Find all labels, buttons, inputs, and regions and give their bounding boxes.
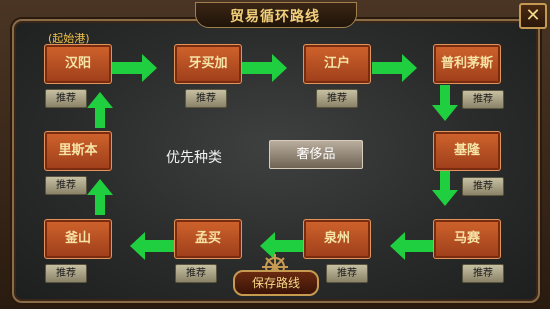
- arrow-right-2: [242, 54, 287, 82]
- city-name: 泉州: [323, 231, 350, 246]
- priority-select[interactable]: 奢侈品: [269, 140, 363, 169]
- city-tile[interactable]: 牙买加: [174, 44, 242, 84]
- city-tile[interactable]: 江户: [303, 44, 371, 84]
- save-route-button[interactable]: 保存路线: [233, 270, 319, 296]
- city-name: 马赛: [453, 231, 480, 246]
- city-name: 釜山: [64, 231, 91, 246]
- city-name: 汉阳: [64, 56, 91, 71]
- city-tile[interactable]: 普利茅斯: [433, 44, 501, 84]
- recommend-button[interactable]: 推荐: [175, 264, 217, 283]
- recommend-button[interactable]: 推荐: [462, 177, 504, 196]
- recommend-button[interactable]: 推荐: [462, 264, 504, 283]
- arrow-right-3: [372, 54, 417, 82]
- city-tile[interactable]: 釜山: [44, 219, 112, 259]
- city-node[interactable]: 孟买: [174, 219, 242, 259]
- city-tile[interactable]: 马赛: [433, 219, 501, 259]
- priority-label: 优先种类: [166, 150, 222, 166]
- city-tile[interactable]: 泉州: [303, 219, 371, 259]
- arrow-left-1: [390, 232, 435, 260]
- city-name: 基隆: [453, 143, 480, 158]
- city-name: 孟买: [194, 231, 221, 246]
- city-node[interactable]: 马赛: [433, 219, 501, 259]
- city-node[interactable]: 汉阳: [44, 44, 112, 84]
- city-name: 普利茅斯: [440, 56, 493, 71]
- recommend-button[interactable]: 推荐: [326, 264, 368, 283]
- city-node[interactable]: 牙买加: [174, 44, 242, 84]
- city-name: 里斯本: [58, 143, 98, 158]
- recommend-button[interactable]: 推荐: [45, 89, 87, 108]
- arrow-down-2: [432, 170, 458, 206]
- arrow-down-1: [432, 85, 458, 121]
- recommend-button[interactable]: 推荐: [185, 89, 227, 108]
- city-node[interactable]: 泉州: [303, 219, 371, 259]
- arrow-left-3: [130, 232, 175, 260]
- recommend-button[interactable]: 推荐: [316, 89, 358, 108]
- recommend-button[interactable]: 推荐: [45, 264, 87, 283]
- city-tile[interactable]: 汉阳: [44, 44, 112, 84]
- recommend-button[interactable]: 推荐: [45, 176, 87, 195]
- city-tile[interactable]: 孟买: [174, 219, 242, 259]
- city-name: 江户: [323, 56, 350, 71]
- city-node[interactable]: 基隆: [433, 131, 501, 171]
- arrow-up-1: [87, 179, 113, 215]
- city-tile[interactable]: 里斯本: [44, 131, 112, 171]
- city-node[interactable]: 普利茅斯: [433, 44, 501, 84]
- recommend-button[interactable]: 推荐: [462, 90, 504, 109]
- city-node[interactable]: 江户: [303, 44, 371, 84]
- city-tile[interactable]: 基隆: [433, 131, 501, 171]
- city-name: 牙买加: [188, 56, 228, 71]
- arrow-up-2: [87, 92, 113, 128]
- city-node[interactable]: 釜山: [44, 219, 112, 259]
- arrow-right-1: [112, 54, 157, 82]
- game-window: 贸易循环路线 ✕ (起始港) 汉阳 推荐 牙买加 推荐 江户 推荐 普利茅斯 推…: [0, 0, 550, 309]
- city-node[interactable]: 里斯本: [44, 131, 112, 171]
